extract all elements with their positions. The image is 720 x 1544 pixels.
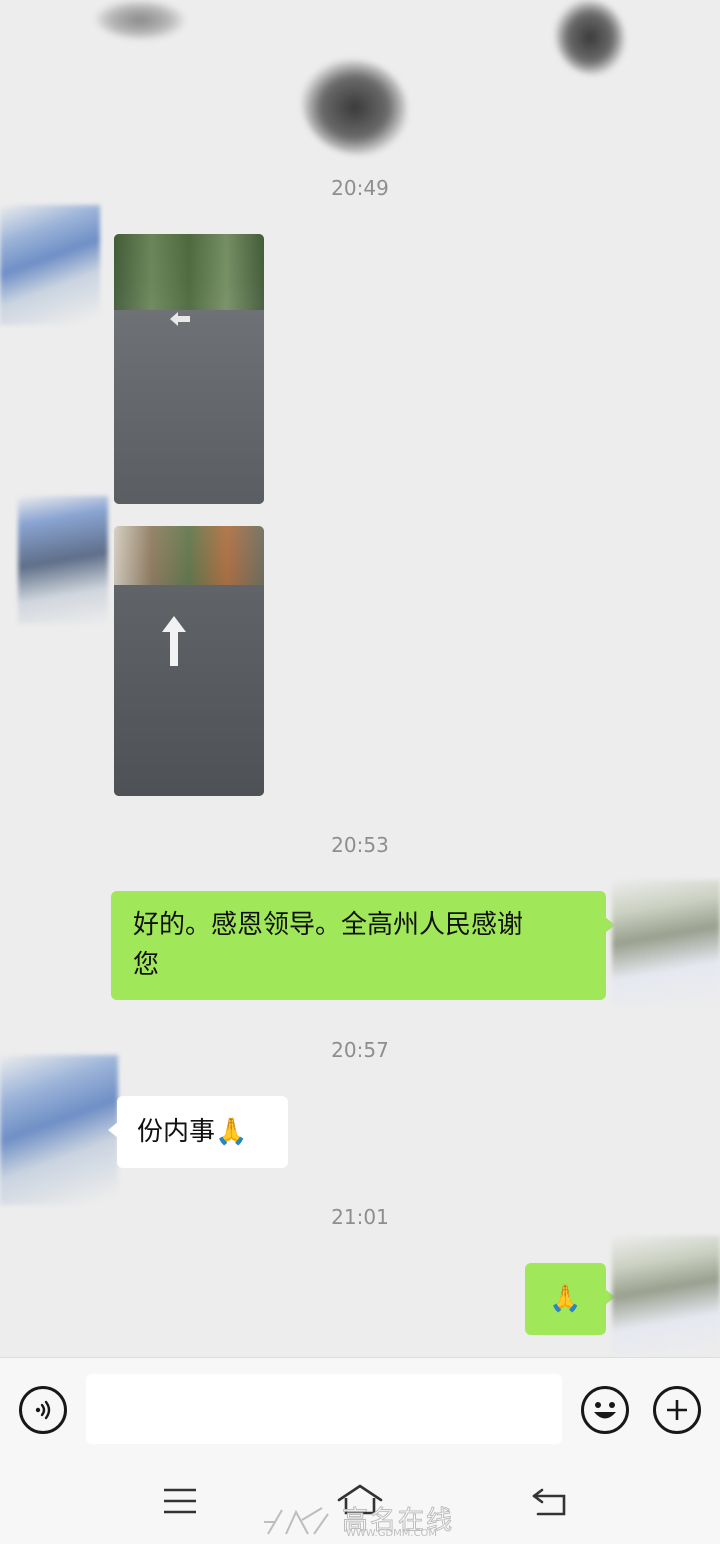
road-arrow-icon [170, 312, 190, 326]
menu-icon[interactable] [163, 1488, 197, 1514]
message-text-line: 您 [133, 950, 160, 980]
road-arrow-icon [162, 616, 186, 666]
watermark: 高名在线 WWW.GDMM.COM [262, 1500, 462, 1540]
timestamp: 20:53 [331, 833, 389, 857]
smiley-face-icon [594, 1402, 616, 1419]
voice-icon[interactable] [19, 1386, 67, 1434]
back-icon[interactable] [530, 1487, 568, 1517]
emoji-icon[interactable] [581, 1386, 629, 1434]
watermark-logo-icon [264, 1507, 329, 1535]
outgoing-message[interactable]: 🙏 [525, 1263, 615, 1335]
contact-avatar[interactable] [18, 496, 108, 624]
chat-area[interactable]: 20:49 20:53 好的。感恩领导。全高州人民感谢 您 20:57 份内事🙏… [0, 0, 720, 1356]
photo-road [114, 585, 264, 796]
message-input[interactable] [86, 1374, 562, 1444]
timestamp: 20:49 [331, 176, 389, 200]
input-bar [0, 1357, 720, 1457]
watermark-url: WWW.GDMM.COM [346, 1528, 438, 1539]
incoming-message[interactable]: 份内事🙏 [108, 1096, 288, 1168]
plus-icon[interactable] [653, 1386, 701, 1434]
photo-trees [114, 234, 264, 310]
plus-cross-icon [667, 1400, 687, 1420]
photo-buildings [114, 526, 264, 586]
photo-road [114, 309, 264, 504]
redaction-scribble [555, 0, 625, 75]
contact-avatar[interactable] [0, 1055, 118, 1205]
redaction-scribble [95, 0, 185, 40]
chat-image-road[interactable] [114, 234, 264, 504]
message-text-line: 好的。感恩领导。全高州人民感谢 [133, 910, 524, 940]
outgoing-message[interactable]: 好的。感恩领导。全高州人民感谢 您 [111, 891, 615, 1000]
timestamp: 21:01 [331, 1205, 389, 1229]
my-avatar[interactable] [612, 1236, 720, 1354]
chat-image-road-arrow[interactable] [114, 526, 264, 796]
redaction-scribble [302, 60, 407, 155]
voice-wave-icon [35, 1400, 51, 1420]
contact-avatar[interactable] [0, 205, 100, 325]
my-avatar[interactable] [612, 880, 720, 1005]
